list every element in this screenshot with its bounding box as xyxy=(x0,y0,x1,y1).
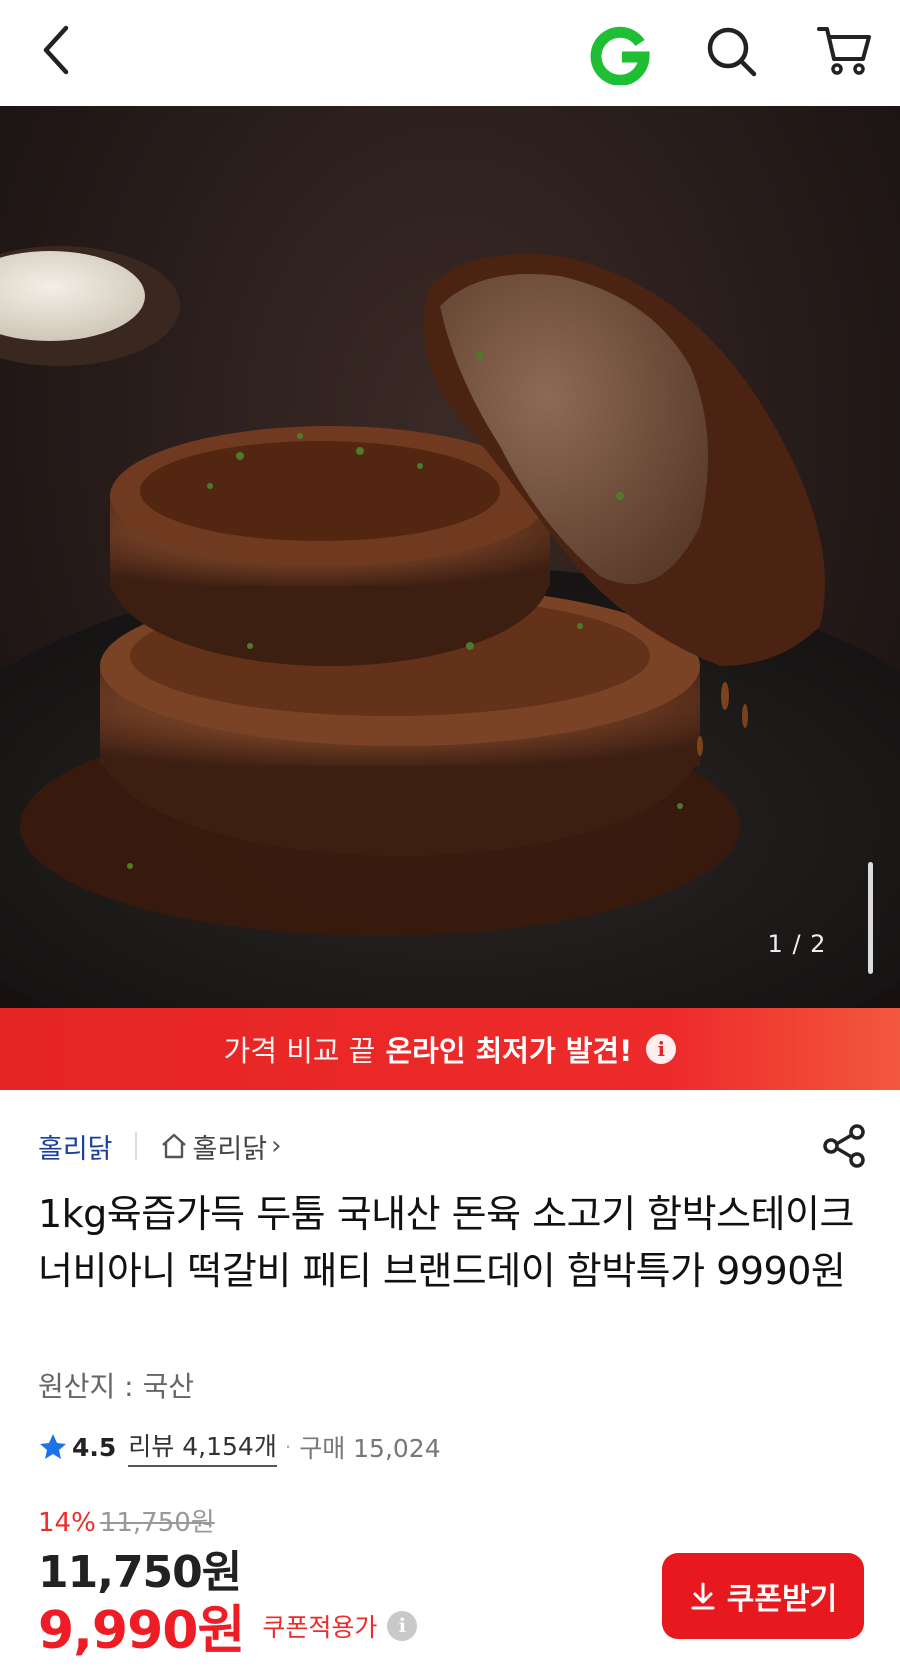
original-price: 11,750원 xyxy=(99,1508,215,1538)
product-title: 1kg육즙가득 두툼 국내산 돈육 소고기 함박스테이크 너비아니 떡갈비 패티… xyxy=(38,1192,854,1293)
chevron-left-icon xyxy=(43,25,69,75)
rating-score: 4.5 xyxy=(72,1432,117,1462)
lowest-price-banner[interactable]: 가격 비교 끝 온라인 최저가 발견! i xyxy=(0,1008,900,1090)
store-link[interactable]: 홀리닭 › xyxy=(159,1127,282,1166)
banner-text: 가격 비교 끝 xyxy=(223,1034,376,1068)
product-origin: 원산지 : 국산 xyxy=(38,1370,195,1403)
star-icon xyxy=(40,1434,66,1459)
g-logo-button[interactable] xyxy=(585,18,655,88)
store-link-label: 홀리닭 xyxy=(192,1133,268,1165)
seller-row: 홀리닭 홀리닭 › xyxy=(38,1126,281,1166)
product-page: 1 / 2 가격 비교 끝 온라인 최저가 발견! i 홀리닭 홀리닭 › 1k… xyxy=(0,0,900,1675)
coupon-price: 9,990원 xyxy=(38,1601,245,1661)
top-bar xyxy=(0,0,900,106)
share-icon xyxy=(823,1124,865,1168)
hamburg-steak-illustration xyxy=(0,246,900,1008)
coupon-price-row: 9,990원 쿠폰적용가 i xyxy=(38,1588,418,1663)
cart-icon xyxy=(817,27,871,75)
discount-row: 14% 11,750원 xyxy=(38,1502,215,1539)
share-button[interactable] xyxy=(818,1120,870,1172)
get-coupon-label: 쿠폰받기 xyxy=(726,1582,838,1617)
gallery-scroll-indicator xyxy=(868,862,873,974)
review-count-link[interactable]: 리뷰 4,154개 xyxy=(128,1427,277,1467)
discount-percent: 14% xyxy=(38,1508,96,1538)
search-button[interactable] xyxy=(700,20,764,84)
info-icon[interactable]: i xyxy=(387,1610,418,1641)
banner-highlight: 온라인 최저가 발견! xyxy=(385,1034,633,1068)
g-logo-icon xyxy=(590,26,650,85)
rating-row: 4.5 리뷰 4,154개 · 구매 15,024 xyxy=(38,1427,441,1467)
product-image[interactable]: 1 / 2 xyxy=(0,106,900,1008)
gallery-page-counter: 1 / 2 xyxy=(767,930,827,958)
back-button[interactable] xyxy=(28,18,84,82)
cart-button[interactable] xyxy=(812,18,876,82)
chevron-right-icon: › xyxy=(271,1131,282,1161)
purchase-count: 구매 15,024 xyxy=(299,1434,441,1463)
download-icon xyxy=(691,1582,715,1610)
info-icon[interactable]: i xyxy=(646,1034,677,1064)
coupon-price-label: 쿠폰적용가 xyxy=(262,1612,378,1642)
home-icon xyxy=(161,1133,186,1159)
get-coupon-button[interactable]: 쿠폰받기 xyxy=(662,1553,864,1639)
seller-link[interactable]: 홀리닭 xyxy=(38,1127,113,1166)
separator-dot: · xyxy=(284,1435,292,1459)
divider xyxy=(134,1132,137,1160)
search-icon xyxy=(707,27,757,77)
